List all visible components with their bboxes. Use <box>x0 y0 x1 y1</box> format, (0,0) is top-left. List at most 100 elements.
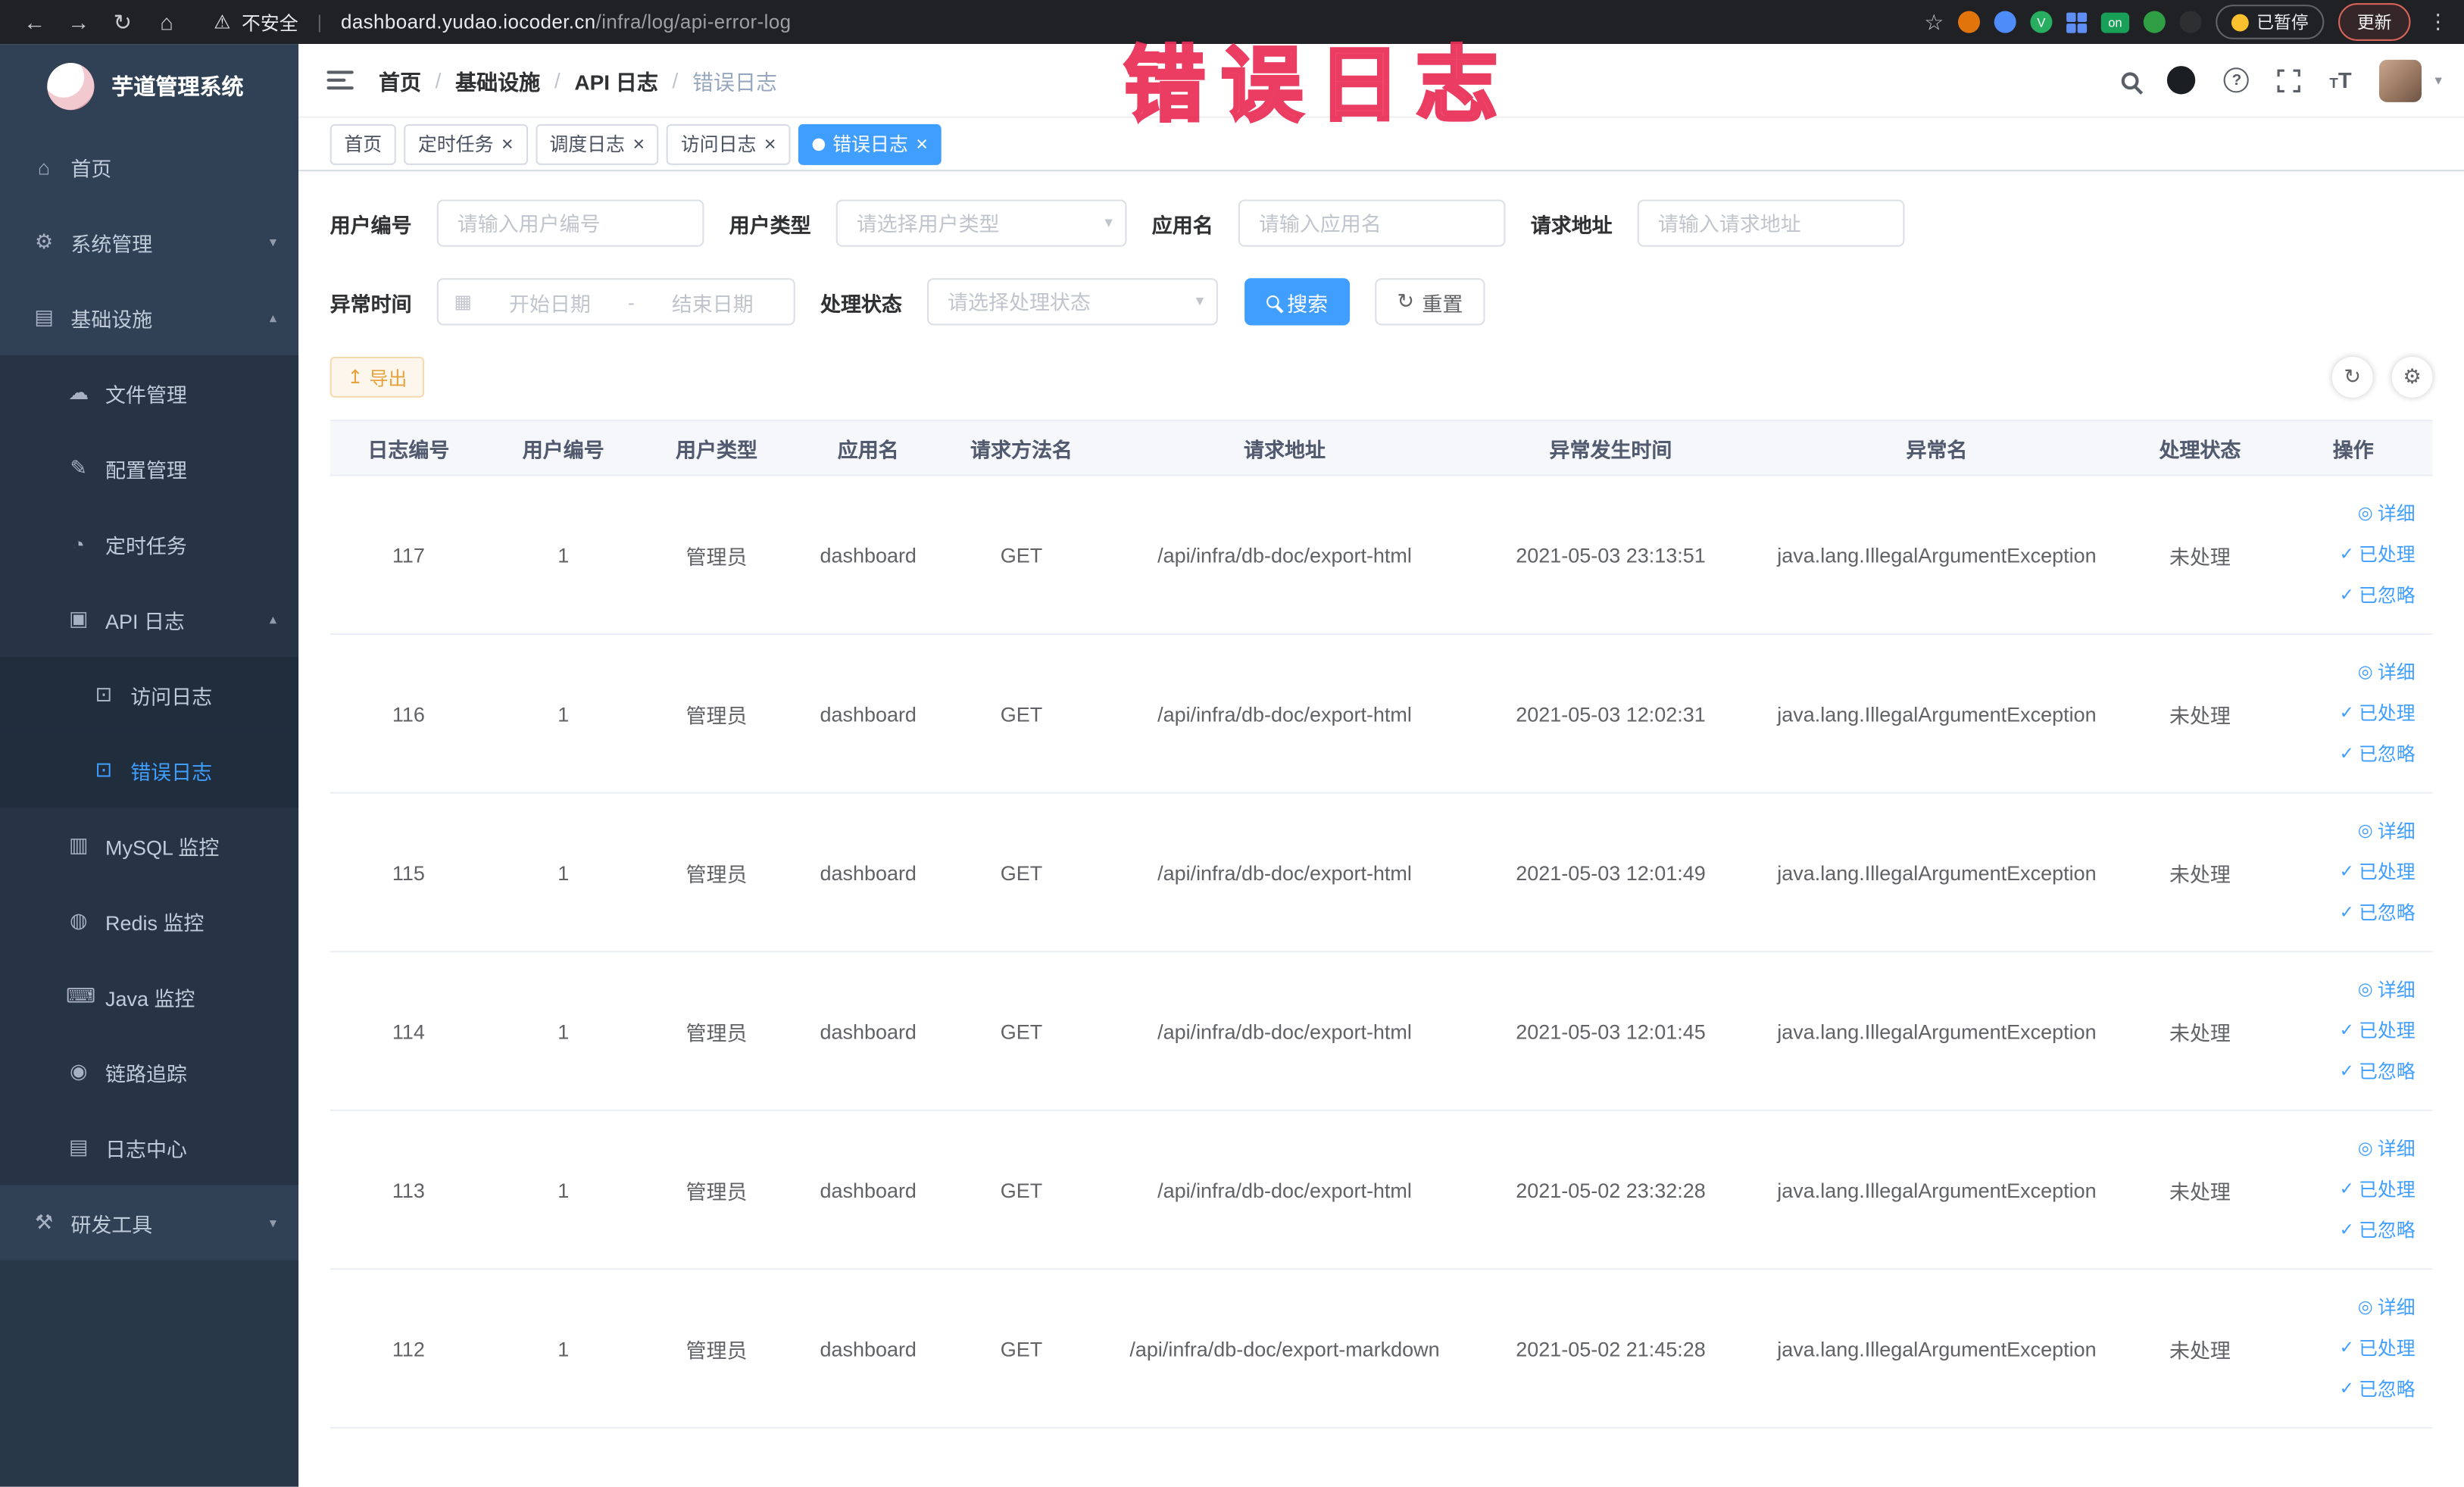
user-id-label: 用户编号 <box>329 213 412 237</box>
paused-extension-badge[interactable]: 已暂停 <box>2216 5 2325 39</box>
check-icon: ✓ <box>2339 903 2354 923</box>
extensions-grid-icon[interactable] <box>2066 11 2088 33</box>
calendar-icon: ▦ <box>454 290 473 313</box>
sidebar-item-log-center[interactable]: ▤ 日志中心 <box>0 1109 299 1186</box>
action-detail[interactable]: ◎ 详细 <box>2358 1130 2416 1168</box>
sidebar-item-infrastructure[interactable]: ▤ 基础设施 ▴ <box>0 280 298 355</box>
cell-request-url: /api/infra/db-doc/export-html <box>1157 1019 1412 1043</box>
fullscreen-icon[interactable] <box>2278 68 2301 92</box>
date-range-picker[interactable]: ▦ 开始日期 - 结束日期 <box>436 278 795 326</box>
close-icon[interactable]: × <box>764 133 776 154</box>
column-settings-button[interactable]: ⚙ <box>2391 356 2433 398</box>
app-name-input[interactable] <box>1238 199 1506 247</box>
close-icon[interactable]: × <box>632 133 645 154</box>
tab-scheduled-tasks[interactable]: 定时任务 × <box>404 123 528 164</box>
breadcrumb-api-logs[interactable]: API 日志 <box>574 64 658 95</box>
search-button[interactable]: 搜索 <box>1244 278 1351 326</box>
warning-icon: ⚠ <box>214 11 231 33</box>
sidebar-item-error-log[interactable]: ⊡ 错误日志 <box>0 732 299 808</box>
export-button[interactable]: ↥ 导出 <box>329 356 425 398</box>
cell-request-url: /api/infra/db-doc/export-markdown <box>1129 1336 1440 1360</box>
sidebar-item-tracing[interactable]: ◉ 链路追踪 <box>0 1034 299 1110</box>
sidebar-item-mysql-monitor[interactable]: ▥ MySQL 监控 <box>0 808 299 883</box>
browser-menu-icon[interactable]: ⋮ <box>2428 9 2448 34</box>
action-processed[interactable]: ✓ 已处理 <box>2340 1012 2416 1050</box>
action-ignored[interactable]: ✓ 已忽略 <box>2340 576 2416 614</box>
user-type-select[interactable] <box>835 199 1127 247</box>
bookmark-star-icon[interactable]: ☆ <box>1924 8 1944 35</box>
close-icon[interactable]: × <box>916 133 928 154</box>
cell-exception-name: java.lang.IllegalArgumentException <box>1777 701 2097 726</box>
action-ignored[interactable]: ✓ 已忽略 <box>2340 894 2416 932</box>
cell-exception-time: 2021-05-02 21:45:28 <box>1516 1336 1706 1360</box>
browser-update-button[interactable]: 更新 <box>2338 3 2411 41</box>
chevron-down-icon[interactable]: ▾ <box>2435 71 2442 89</box>
user-avatar[interactable] <box>2379 58 2422 102</box>
sidebar-item-api-logs[interactable]: ▣ API 日志 ▴ <box>0 581 299 658</box>
action-detail[interactable]: ◎ 详细 <box>2358 971 2416 1009</box>
reset-button[interactable]: ↻ 重置 <box>1375 278 1485 326</box>
extension-paw-icon[interactable] <box>2179 11 2202 33</box>
tab-error-log[interactable]: 错误日志 × <box>798 123 942 164</box>
action-processed[interactable]: ✓ 已处理 <box>2340 1171 2416 1209</box>
edit-icon: ✎ <box>70 455 88 480</box>
sidebar-item-dev-tools[interactable]: ⚒ 研发工具 ▾ <box>0 1185 298 1261</box>
extension-orange-icon[interactable] <box>1957 11 1981 33</box>
help-icon[interactable]: ? <box>2224 67 2250 93</box>
security-label[interactable]: 不安全 <box>242 8 298 35</box>
forward-icon[interactable]: → <box>60 9 98 34</box>
action-ignored[interactable]: ✓ 已忽略 <box>2340 1053 2416 1091</box>
extension-blue-icon[interactable] <box>1994 11 2016 33</box>
top-navbar: 首页 / 基础设施 / API 日志 / 错误日志 ? TT ▾ <box>298 44 2464 118</box>
action-detail[interactable]: ◎ 详细 <box>2358 1289 2416 1326</box>
extension-green-v-icon[interactable]: V <box>2030 11 2053 33</box>
sidebar-item-java-monitor[interactable]: ⌨ Java 监控 <box>0 958 299 1035</box>
github-icon[interactable] <box>2167 66 2197 95</box>
sidebar-item-scheduled-tasks[interactable]: ◔ 定时任务 <box>0 506 299 582</box>
request-url-input[interactable] <box>1637 199 1905 247</box>
action-processed[interactable]: ✓ 已处理 <box>2340 854 2416 892</box>
cell-method: GET <box>1000 1336 1043 1360</box>
action-ignored[interactable]: ✓ 已忽略 <box>2340 736 2416 773</box>
close-icon[interactable]: × <box>501 133 514 154</box>
sidebar-item-system-management[interactable]: ⚙ 系统管理 ▾ <box>0 205 298 280</box>
action-detail[interactable]: ◎ 详细 <box>2358 495 2416 533</box>
breadcrumb-home[interactable]: 首页 <box>379 64 421 95</box>
reload-icon[interactable]: ↻ <box>104 8 142 35</box>
sidebar-item-config-management[interactable]: ✎ 配置管理 <box>0 430 299 507</box>
action-ignored[interactable]: ✓ 已忽略 <box>2340 1212 2416 1250</box>
sidebar-item-redis-monitor[interactable]: ◍ Redis 监控 <box>0 883 299 959</box>
action-processed[interactable]: ✓ 已处理 <box>2340 1329 2416 1367</box>
action-processed[interactable]: ✓ 已处理 <box>2340 536 2416 573</box>
action-detail[interactable]: ◎ 详细 <box>2358 813 2416 851</box>
back-icon[interactable]: ← <box>16 9 54 34</box>
filter-row-1: 用户编号 用户类型 ▾ 应用名 请 <box>329 199 2433 247</box>
breadcrumb-separator: / <box>554 68 561 92</box>
extension-on-icon[interactable]: on <box>2100 11 2130 33</box>
refresh-button[interactable]: ↻ <box>2331 356 2373 398</box>
tab-home[interactable]: 首页 <box>329 123 396 164</box>
action-detail[interactable]: ◎ 详细 <box>2358 654 2416 692</box>
search-icon[interactable] <box>2122 71 2140 89</box>
monkey-face-icon <box>2231 13 2249 31</box>
cell-user-type: 管理员 <box>685 861 748 886</box>
table-row: 116 1 管理员 dashboard GET /api/infra/db-do… <box>329 635 2433 794</box>
app-logo[interactable]: 芋道管理系统 <box>0 44 298 129</box>
sidebar-item-access-log[interactable]: ⊡ 访问日志 <box>0 657 299 733</box>
tab-schedule-log[interactable]: 调度日志 × <box>535 123 659 164</box>
hamburger-icon[interactable] <box>326 70 354 90</box>
font-size-icon[interactable]: TT <box>2329 67 2351 92</box>
action-ignored[interactable]: ✓ 已忽略 <box>2340 1370 2416 1408</box>
action-processed[interactable]: ✓ 已处理 <box>2340 695 2416 733</box>
address-bar[interactable]: dashboard.yudao.iocoder.cn/infra/log/api… <box>341 11 792 33</box>
tab-access-log[interactable]: 访问日志 × <box>667 123 791 164</box>
sidebar-item-home[interactable]: ⌂ 首页 <box>0 129 298 205</box>
table-toolbar: ↥ 导出 ↻ ⚙ <box>329 356 2433 398</box>
user-id-input[interactable] <box>436 199 704 247</box>
sidebar-item-file-management[interactable]: ☁ 文件管理 <box>0 355 299 431</box>
extension-leaf-icon[interactable] <box>2143 11 2166 33</box>
filter-exception-time: 异常时间 ▦ 开始日期 - 结束日期 <box>330 278 795 326</box>
breadcrumb-infrastructure[interactable]: 基础设施 <box>455 64 540 95</box>
process-status-select[interactable] <box>927 278 1218 326</box>
home-icon[interactable]: ⌂ <box>148 9 186 34</box>
